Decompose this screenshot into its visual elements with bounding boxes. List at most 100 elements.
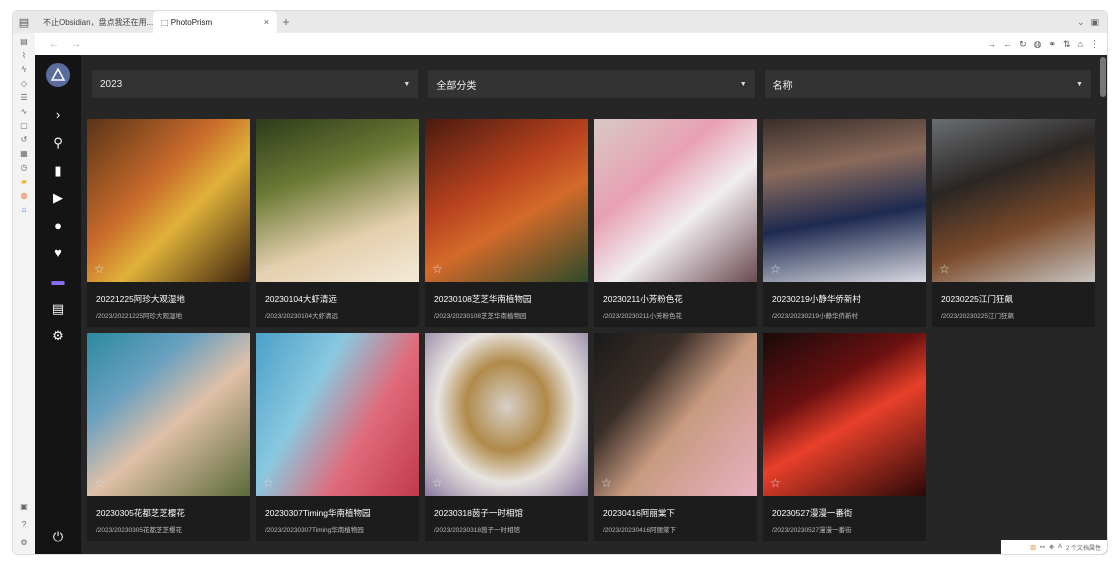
translate-icon[interactable]: A <box>1058 544 1062 550</box>
album-title[interactable]: 20221225阿珍大观湿地 <box>96 293 185 305</box>
sort-select[interactable]: 名称 ▼ <box>764 70 1091 98</box>
power-icon[interactable]: ⏻ <box>50 529 66 545</box>
home-icon[interactable]: ⌂ <box>1078 39 1083 50</box>
folder-yellow-icon[interactable]: ▰ <box>19 177 29 187</box>
gear-icon[interactable]: ⚙ <box>50 328 66 344</box>
undo-icon[interactable]: ↺ <box>19 135 29 145</box>
album-card[interactable]: ☆ 20230211小芳粉色花/2023/20230211小芳粉色花 <box>594 119 757 327</box>
album-card[interactable]: ☆ 20230527漫漫一番街/2023/20230527漫漫一番街 <box>763 333 926 541</box>
album-thumbnail[interactable] <box>425 119 588 282</box>
album-thumbnail[interactable] <box>594 119 757 282</box>
files-icon[interactable]: ▤ <box>19 37 29 47</box>
album-title[interactable]: 20230318茵子一时相馆 <box>434 507 523 519</box>
back-icon[interactable]: ← <box>1003 39 1012 50</box>
settings-icon[interactable]: ⚙ <box>19 538 29 548</box>
year-select[interactable]: 2023 ▼ <box>92 70 419 98</box>
sort-icon[interactable]: ⇅ <box>1063 39 1071 50</box>
clock-icon[interactable]: ◷ <box>19 163 29 173</box>
album-title[interactable]: 20230416阿丽棠下 <box>603 507 675 519</box>
heart-icon[interactable]: ♥ <box>50 245 66 261</box>
chevron-down-icon[interactable]: ⌄ <box>1077 17 1085 28</box>
lightning-icon[interactable]: ϟ <box>19 65 29 75</box>
more-icon[interactable]: ⋮ <box>1090 39 1099 50</box>
album-title[interactable]: 20230527漫漫一番街 <box>772 507 852 519</box>
search-icon[interactable]: ⚲ <box>50 135 66 151</box>
album-thumbnail[interactable] <box>256 333 419 496</box>
home-blue-icon[interactable]: ⌂ <box>19 205 29 215</box>
album-card[interactable]: ☆ 20230225江门狂飙/2023/20230225江门狂飙 <box>932 119 1095 327</box>
album-card[interactable]: ☆ 20230108芝芝华南植物园/2023/20230108芝芝华南植物园 <box>425 119 588 327</box>
folder-icon[interactable]: ▬ <box>50 273 66 289</box>
tab-obsidian[interactable]: 不止Obsidian，盘点我还在用... <box>35 11 153 33</box>
album-thumbnail[interactable] <box>87 119 250 282</box>
bookmark-icon[interactable]: ▮ <box>50 163 66 179</box>
album-path: /2023/20230305花都芝芝樱花 <box>96 527 182 534</box>
album-title[interactable]: 20230225江门狂飙 <box>941 293 1013 305</box>
album-thumbnail[interactable] <box>87 333 250 496</box>
back-arrow-icon[interactable]: ← <box>49 39 59 50</box>
reload-icon[interactable]: ↻ <box>1019 39 1027 50</box>
star-icon[interactable]: ☆ <box>432 262 443 276</box>
globe-icon[interactable]: ◍ <box>1034 39 1042 50</box>
star-icon[interactable]: ☆ <box>939 262 950 276</box>
globe-orange-icon[interactable]: ◍ <box>19 191 29 201</box>
note-icon[interactable]: ▢ <box>19 121 29 131</box>
network-icon[interactable]: ⚯ <box>1040 544 1045 551</box>
album-card[interactable]: ☆ 20230219小静华侨新村/2023/20230219小静华侨新村 <box>763 119 926 327</box>
sidebar-toggle-icon[interactable]: ▤ <box>13 11 35 33</box>
new-tab-button[interactable]: + <box>277 15 295 29</box>
cube-icon[interactable]: ◇ <box>19 79 29 89</box>
album-thumbnail[interactable] <box>763 333 926 496</box>
vault-icon[interactable]: ▣ <box>19 502 29 512</box>
album-thumbnail[interactable] <box>932 119 1095 282</box>
split-view-icon[interactable]: ▣ <box>1090 17 1099 28</box>
link-icon[interactable]: ⚭ <box>1048 39 1056 50</box>
scrollbar[interactable] <box>1100 57 1106 97</box>
album-title[interactable]: 20230104大虾清远 <box>265 293 337 305</box>
album-thumbnail[interactable] <box>594 333 757 496</box>
star-icon[interactable]: ☆ <box>601 262 612 276</box>
album-thumbnail[interactable] <box>256 119 419 282</box>
album-title[interactable]: 20230307Timing华南植物园 <box>265 507 371 519</box>
album-card[interactable]: ☆ 20230104大虾清远/2023/20230104大虾清远 <box>256 119 419 327</box>
help-icon[interactable]: ? <box>19 520 29 530</box>
album-thumbnail[interactable] <box>425 333 588 496</box>
star-icon[interactable]: ☆ <box>263 476 274 490</box>
calendar-icon[interactable]: ▦ <box>19 149 29 159</box>
star-icon[interactable]: ☆ <box>770 262 781 276</box>
album-card[interactable]: ☆ 20221225阿珍大观湿地/2023/20221225阿珍大观湿地 <box>87 119 250 327</box>
forward-icon[interactable]: → <box>987 39 996 50</box>
book-icon[interactable]: ▥ <box>1030 544 1036 551</box>
forward-arrow-icon[interactable]: → <box>71 39 81 50</box>
star-icon[interactable]: ☆ <box>94 476 105 490</box>
star-icon[interactable]: ☆ <box>770 476 781 490</box>
close-tab-icon[interactable]: × <box>264 17 269 27</box>
album-card[interactable]: ☆ 20230416阿丽棠下/2023/20230416阿丽棠下 <box>594 333 757 541</box>
tab-photoprism[interactable]: ⬚ PhotoPrism × <box>153 11 277 33</box>
play-icon[interactable]: ▶ <box>50 190 66 206</box>
album-thumbnail[interactable] <box>763 119 926 282</box>
pulse-icon[interactable]: ∿ <box>19 107 29 117</box>
person-icon[interactable]: ● <box>50 218 66 234</box>
album-title[interactable]: 20230211小芳粉色花 <box>603 293 683 305</box>
star-icon[interactable]: ☆ <box>94 262 105 276</box>
photoprism-logo[interactable] <box>46 63 70 87</box>
album-path: /2023/20230527漫漫一番街 <box>772 527 852 534</box>
category-select[interactable]: 全部分类 ▼ <box>428 70 755 98</box>
move-icon[interactable]: ✥ <box>1049 544 1054 551</box>
library-icon[interactable]: ▤ <box>50 301 66 317</box>
album-title[interactable]: 20230219小静华侨新村 <box>772 293 861 305</box>
album-card[interactable]: ☆ 20230318茵子一时相馆/2023/20230318茵子一时相馆 <box>425 333 588 541</box>
layers-icon[interactable]: ☰ <box>19 93 29 103</box>
star-icon[interactable]: ☆ <box>263 262 274 276</box>
graph-icon[interactable]: ⌇ <box>19 51 29 61</box>
star-icon[interactable]: ☆ <box>432 476 443 490</box>
star-icon[interactable]: ☆ <box>601 476 612 490</box>
album-card[interactable]: ☆ 20230307Timing华南植物园/2023/20230307Timing… <box>256 333 419 541</box>
dropdown-arrow-icon: ▼ <box>739 80 747 88</box>
expand-chevron-icon[interactable]: › <box>50 107 66 123</box>
album-card[interactable]: ☆ 20230305花都芝芝樱花/2023/20230305花都芝芝樱花 <box>87 333 250 541</box>
album-title[interactable]: 20230305花都芝芝樱花 <box>96 507 185 519</box>
doc-properties[interactable]: 2 个文档属性 <box>1066 543 1101 552</box>
album-title[interactable]: 20230108芝芝华南植物园 <box>434 293 531 305</box>
